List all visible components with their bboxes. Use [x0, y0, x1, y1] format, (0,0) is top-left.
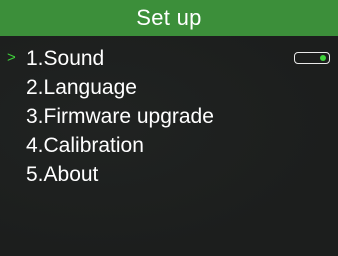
- setup-menu: > 1.Sound 2.Language 3.Firmware upgrade …: [0, 44, 338, 189]
- menu-item-label: 3.Firmware upgrade: [26, 105, 214, 128]
- menu-item-label: 2.Language: [26, 76, 137, 99]
- page-title: Set up: [0, 0, 338, 36]
- menu-item-language[interactable]: 2.Language: [0, 73, 338, 102]
- sound-toggle[interactable]: [294, 52, 330, 64]
- menu-item-firmware-upgrade[interactable]: 3.Firmware upgrade: [0, 102, 338, 131]
- toggle-knob: [320, 55, 326, 61]
- menu-item-about[interactable]: 5.About: [0, 160, 338, 189]
- menu-item-calibration[interactable]: 4.Calibration: [0, 131, 338, 160]
- menu-item-label: 4.Calibration: [26, 134, 144, 157]
- menu-item-label: 5.About: [26, 163, 99, 186]
- device-screen: Set up > 1.Sound 2.Language 3.Firmware u…: [0, 0, 338, 256]
- selection-cursor-icon: >: [7, 49, 16, 66]
- menu-item-label: 1.Sound: [26, 47, 105, 70]
- menu-item-sound[interactable]: > 1.Sound: [0, 44, 338, 73]
